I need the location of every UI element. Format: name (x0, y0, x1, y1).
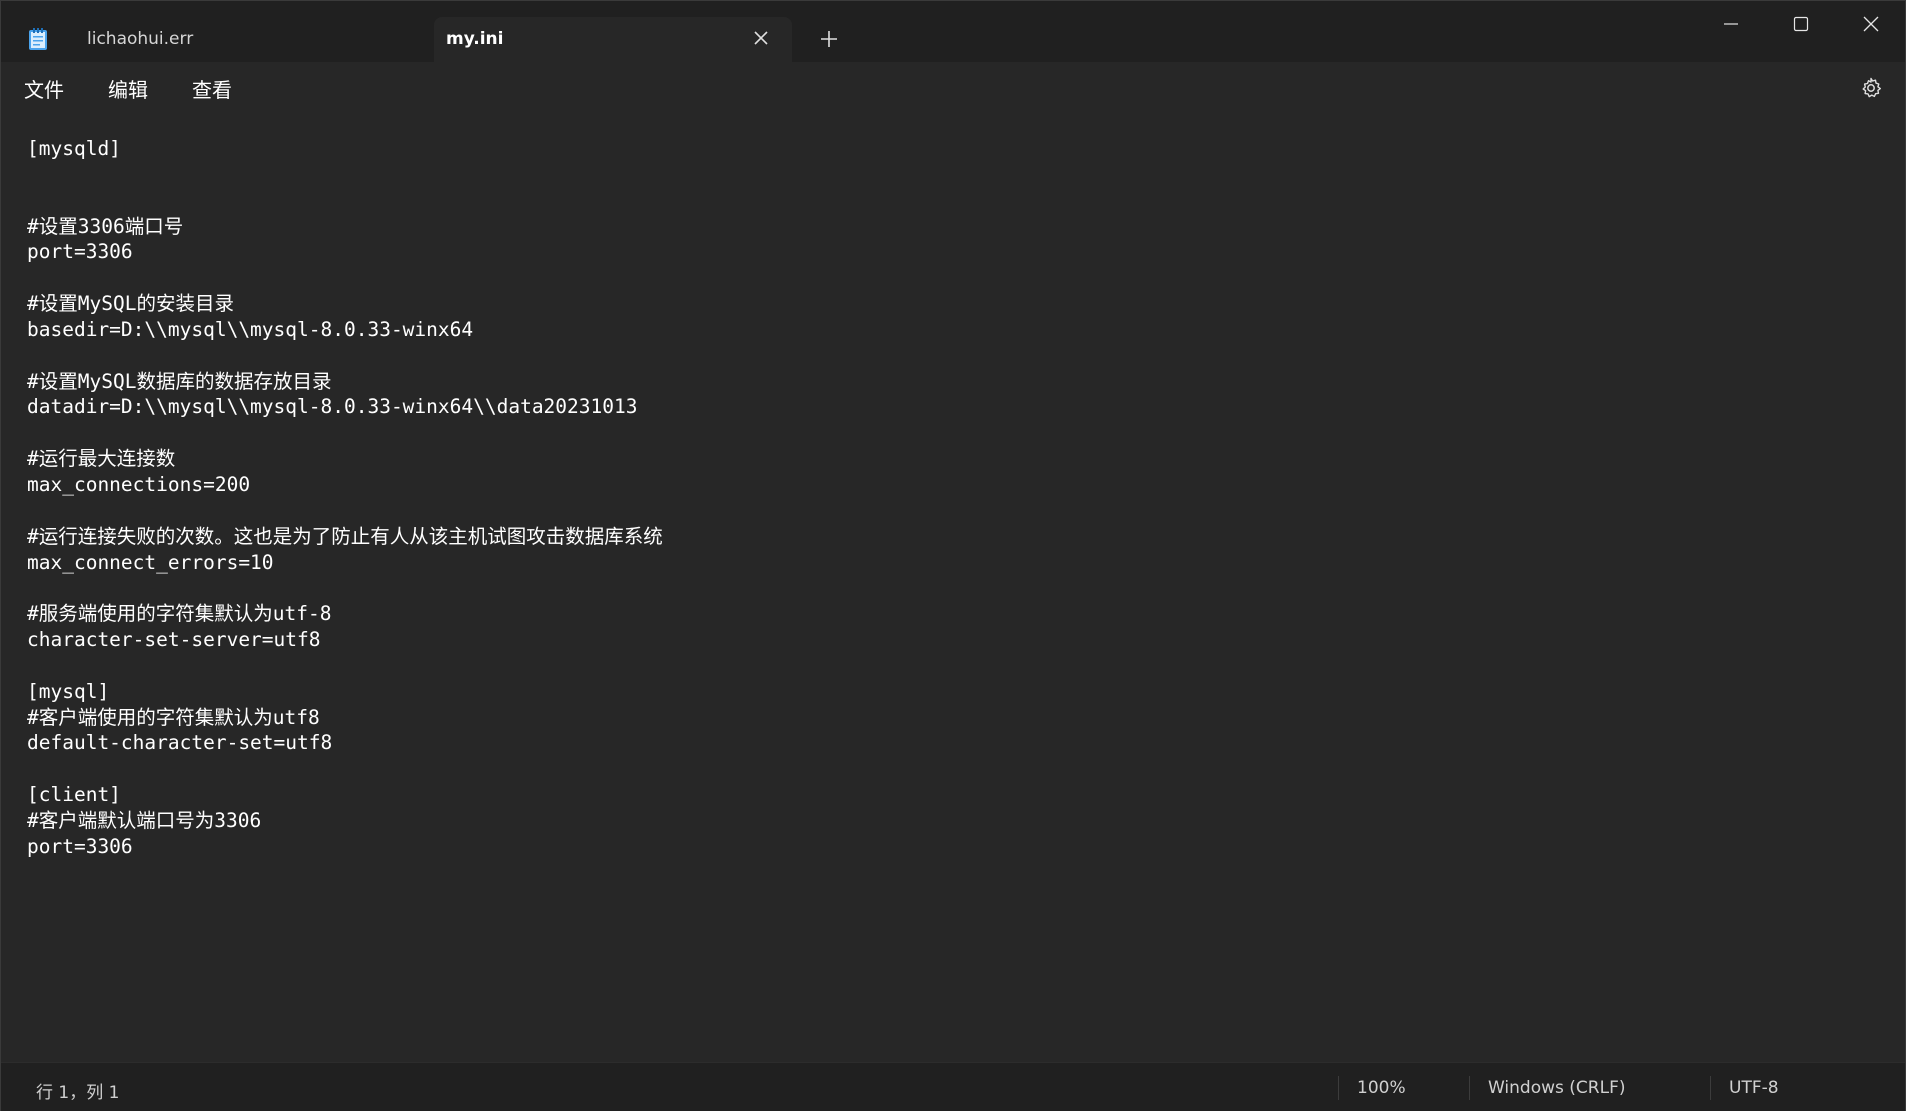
encoding[interactable]: UTF-8 (1729, 1078, 1779, 1098)
cursor-position: 行 1，列 1 (36, 1083, 120, 1103)
close-window-button[interactable] (1836, 1, 1906, 47)
status-divider (1710, 1076, 1711, 1100)
tab-label: my.ini (446, 29, 504, 49)
zoom-level[interactable]: 100% (1357, 1078, 1406, 1098)
menu-view[interactable]: 查看 (192, 74, 232, 103)
plus-icon[interactable] (819, 29, 839, 49)
line-ending[interactable]: Windows (CRLF) (1488, 1078, 1626, 1098)
text-editor[interactable]: [mysqld] #设置3306端口号 port=3306 #设置MySQL的安… (1, 112, 1905, 1062)
status-divider (1469, 1076, 1470, 1100)
title-bar[interactable]: lichaohui.err my.ini (1, 1, 1905, 62)
editor-content[interactable]: [mysqld] #设置3306端口号 port=3306 #设置MySQL的安… (27, 136, 663, 860)
minimize-icon (1724, 23, 1738, 25)
status-divider (1338, 1076, 1339, 1100)
menu-edit[interactable]: 编辑 (108, 74, 148, 103)
tab-my-ini[interactable]: my.ini (434, 17, 792, 62)
maximize-button[interactable] (1766, 1, 1836, 47)
maximize-icon (1793, 16, 1809, 32)
menu-bar: 文件 编辑 查看 (1, 62, 1905, 112)
close-icon[interactable] (752, 29, 770, 47)
tab-label: lichaohui.err (87, 29, 194, 49)
minimize-button[interactable] (1696, 1, 1766, 47)
notepad-icon (29, 28, 47, 50)
gear-icon[interactable] (1859, 76, 1883, 100)
menu-file[interactable]: 文件 (24, 74, 64, 103)
tab-lichaohui-err[interactable]: lichaohui.err (65, 17, 431, 62)
vertical-scrollbar[interactable] (1895, 112, 1905, 1062)
close-icon (1863, 16, 1879, 32)
status-bar: 行 1，列 1 100% Windows (CRLF) UTF-8 (1, 1062, 1905, 1111)
notepad-window: lichaohui.err my.ini 文件 编辑 查看 [mysqld] #… (0, 0, 1906, 1111)
